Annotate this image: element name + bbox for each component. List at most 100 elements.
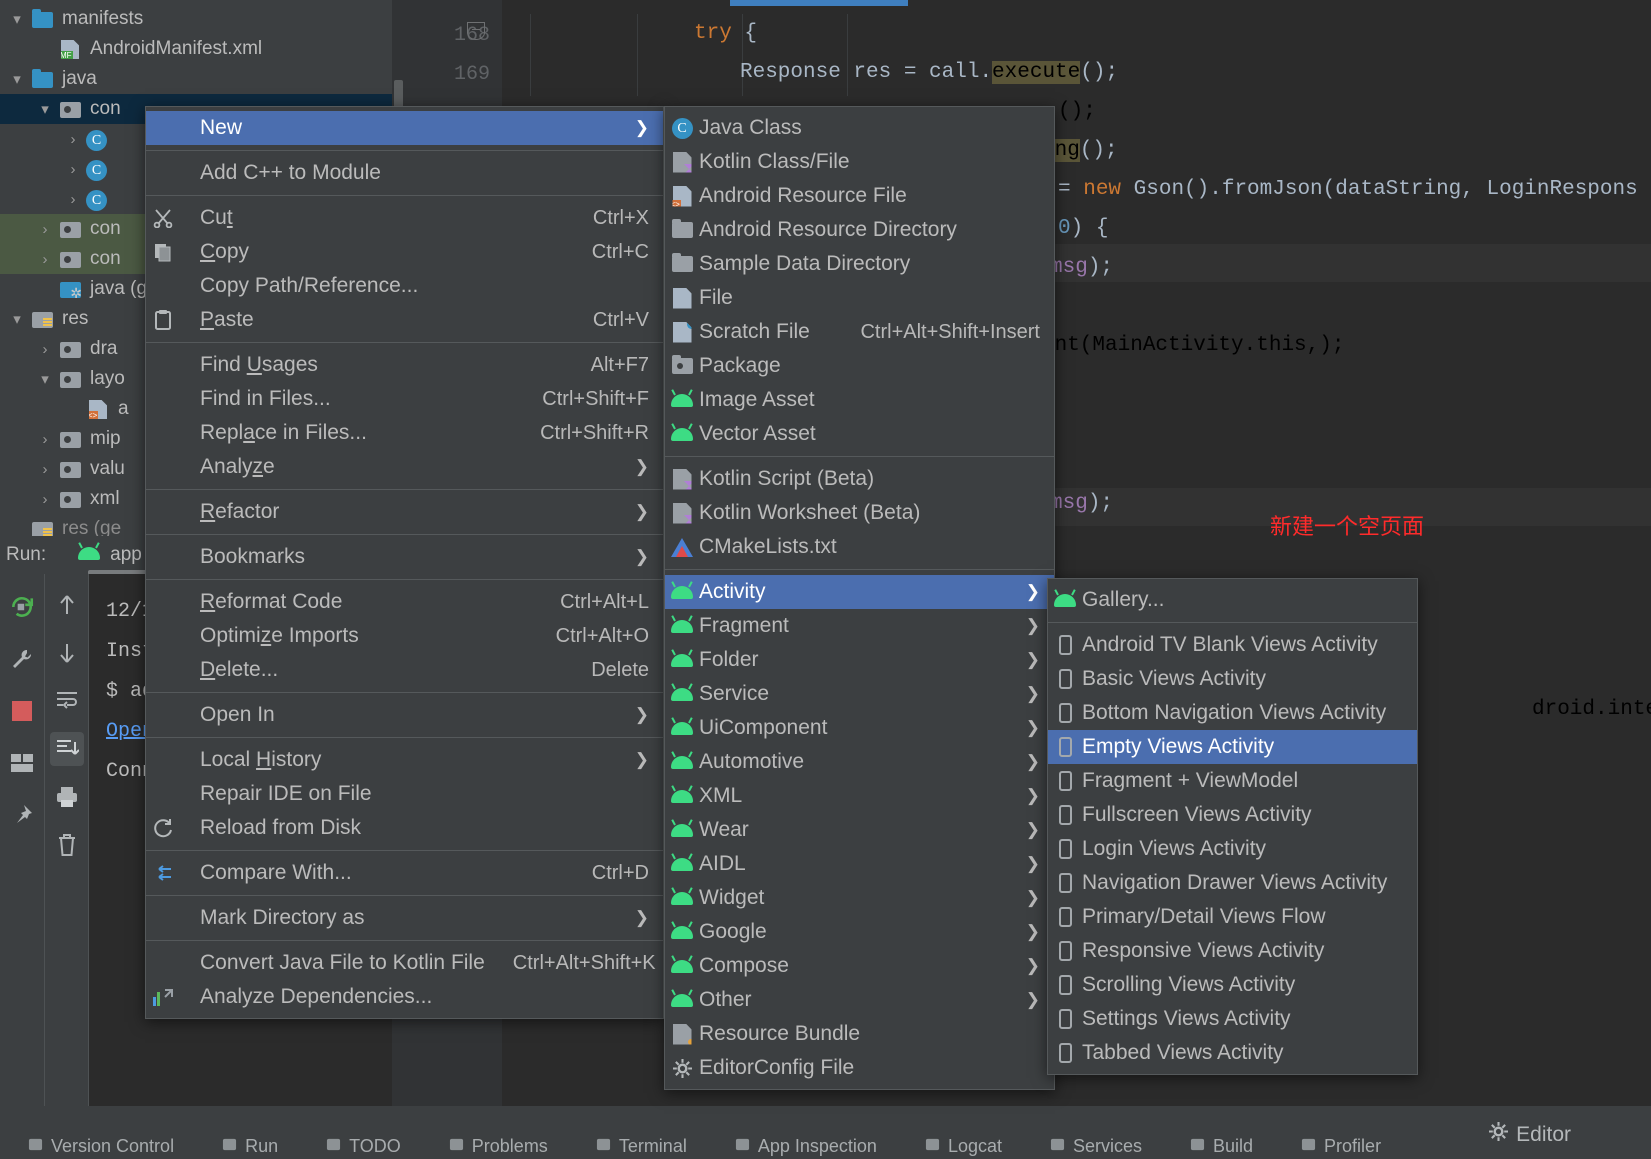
menu-item-xml[interactable]: XML ❯ <box>665 779 1054 813</box>
menu-item-google[interactable]: Google ❯ <box>665 915 1054 949</box>
bottom-tab-version-control[interactable]: Version Control <box>28 1136 174 1157</box>
menu-item-tabbed-views-activity[interactable]: Tabbed Views Activity <box>1048 1036 1417 1070</box>
menu-item-kotlin-class-file[interactable]: Kotlin Class/File <box>665 145 1054 179</box>
menu-item-new[interactable]: New ❯ <box>146 111 663 145</box>
menu-item-convert-java-file-to-kotlin-file[interactable]: Convert Java File to Kotlin File Ctrl+Alt… <box>146 946 663 980</box>
chevron-down-icon[interactable]: ▾ <box>4 310 30 328</box>
chevron-down-icon[interactable]: ▾ <box>4 70 30 88</box>
menu-item-gallery[interactable]: Gallery... <box>1048 583 1417 617</box>
menu-item-compare-with[interactable]: Compare With... Ctrl+D <box>146 856 663 890</box>
bottom-tab-problems[interactable]: Problems <box>449 1136 548 1157</box>
menu-item-open-in[interactable]: Open In ❯ <box>146 698 663 732</box>
menu-item-empty-views-activity[interactable]: Empty Views Activity <box>1048 730 1417 764</box>
menu-item-refactor[interactable]: Refactor ❯ <box>146 495 663 529</box>
bottom-tab-run[interactable]: Run <box>222 1136 278 1157</box>
menu-item-scrolling-views-activity[interactable]: Scrolling Views Activity <box>1048 968 1417 1002</box>
bottom-tab-build[interactable]: Build <box>1190 1136 1253 1157</box>
menu-item-kotlin-script-beta[interactable]: Kotlin Script (Beta) <box>665 462 1054 496</box>
menu-item-optimize-imports[interactable]: Optimize Imports Ctrl+Alt+O <box>146 619 663 653</box>
menu-item-android-resource-file[interactable]: Android Resource File <box>665 179 1054 213</box>
scroll-to-end-icon[interactable] <box>49 732 84 766</box>
menu-item-activity[interactable]: Activity ❯ <box>665 575 1054 609</box>
menu-item-delete[interactable]: Delete... Delete <box>146 653 663 687</box>
chevron-right-icon[interactable]: › <box>60 131 86 148</box>
bottom-tab-terminal[interactable]: Terminal <box>596 1136 687 1157</box>
soft-wrap-icon[interactable] <box>50 684 84 718</box>
menu-item-add-c-to-module[interactable]: Add C++ to Module <box>146 156 663 190</box>
bottom-tab-profiler[interactable]: Profiler <box>1301 1136 1381 1157</box>
menu-item-navigation-drawer-views-activity[interactable]: Navigation Drawer Views Activity <box>1048 866 1417 900</box>
menu-item-cmakelists-txt[interactable]: CMakeLists.txt <box>665 530 1054 564</box>
bottom-tab-todo[interactable]: TODO <box>326 1136 401 1157</box>
bottom-tab-services[interactable]: Services <box>1050 1136 1142 1157</box>
menu-item-scratch-file[interactable]: Scratch File Ctrl+Alt+Shift+Insert <box>665 315 1054 349</box>
menu-item-folder[interactable]: Folder ❯ <box>665 643 1054 677</box>
trash-icon[interactable] <box>50 828 84 862</box>
run-toolbar-secondary[interactable] <box>44 574 88 1106</box>
menu-item-reload-from-disk[interactable]: Reload from Disk <box>146 811 663 845</box>
menu-item-analyze-dependencies[interactable]: Analyze Dependencies... <box>146 980 663 1014</box>
chevron-right-icon[interactable]: › <box>32 221 58 238</box>
chevron-down-icon[interactable]: ▾ <box>4 10 30 28</box>
chevron-right-icon[interactable]: › <box>32 251 58 268</box>
bottom-tab-app-inspection[interactable]: App Inspection <box>735 1136 877 1157</box>
bottom-tab-logcat[interactable]: Logcat <box>925 1136 1002 1157</box>
menu-item-find-usages[interactable]: Find Usages Alt+F7 <box>146 348 663 382</box>
menu-item-basic-views-activity[interactable]: Basic Views Activity <box>1048 662 1417 696</box>
menu-item-replace-in-files[interactable]: Replace in Files... Ctrl+Shift+R <box>146 416 663 450</box>
menu-item-android-resource-directory[interactable]: Android Resource Directory <box>665 213 1054 247</box>
menu-item-mark-directory-as[interactable]: Mark Directory as ❯ <box>146 901 663 935</box>
menu-item-vector-asset[interactable]: Vector Asset <box>665 417 1054 451</box>
wrench-icon[interactable] <box>5 642 39 676</box>
menu-item-fragment[interactable]: Fragment ❯ <box>665 609 1054 643</box>
editor-settings[interactable]: Editor <box>1489 1122 1571 1147</box>
menu-item-copy-path-reference[interactable]: Copy Path/Reference... <box>146 269 663 303</box>
stop-icon[interactable] <box>5 694 39 728</box>
menu-item-automotive[interactable]: Automotive ❯ <box>665 745 1054 779</box>
menu-item-bottom-navigation-views-activity[interactable]: Bottom Navigation Views Activity <box>1048 696 1417 730</box>
tree-node[interactable]: ▾ manifests <box>0 4 392 34</box>
menu-item-uicomponent[interactable]: UiComponent ❯ <box>665 711 1054 745</box>
menu-item-fragment-viewmodel[interactable]: Fragment + ViewModel <box>1048 764 1417 798</box>
chevron-right-icon[interactable]: › <box>32 341 58 358</box>
menu-item-kotlin-worksheet-beta[interactable]: Kotlin Worksheet (Beta) <box>665 496 1054 530</box>
run-config-name[interactable]: app <box>110 544 142 566</box>
pin-icon[interactable] <box>5 798 39 832</box>
menu-item-find-in-files[interactable]: Find in Files... Ctrl+Shift+F <box>146 382 663 416</box>
menu-item-cut[interactable]: Cut Ctrl+X <box>146 201 663 235</box>
down-arrow-icon[interactable] <box>50 636 84 670</box>
menu-item-service[interactable]: Service ❯ <box>665 677 1054 711</box>
menu-item-editorconfig-file[interactable]: EditorConfig File <box>665 1051 1054 1085</box>
menu-item-package[interactable]: Package <box>665 349 1054 383</box>
file-context-menu[interactable]: New ❯ Add C++ to Module Cut Ctrl+X Copy Ctrl+C… <box>145 106 664 1019</box>
menu-item-copy[interactable]: Copy Ctrl+C <box>146 235 663 269</box>
menu-item-primary-detail-views-flow[interactable]: Primary/Detail Views Flow <box>1048 900 1417 934</box>
activity-submenu[interactable]: Gallery... Android TV Blank Views Activit… <box>1047 578 1418 1075</box>
menu-item-file[interactable]: File <box>665 281 1054 315</box>
chevron-right-icon[interactable]: › <box>60 161 86 178</box>
chevron-down-icon[interactable]: ▾ <box>32 100 58 118</box>
chevron-right-icon[interactable]: › <box>32 491 58 508</box>
menu-item-java-class[interactable]: C Java Class <box>665 111 1054 145</box>
menu-item-repair-ide-on-file[interactable]: Repair IDE on File <box>146 777 663 811</box>
menu-item-image-asset[interactable]: Image Asset <box>665 383 1054 417</box>
menu-item-bookmarks[interactable]: Bookmarks ❯ <box>146 540 663 574</box>
menu-item-local-history[interactable]: Local History ❯ <box>146 743 663 777</box>
menu-item-sample-data-directory[interactable]: Sample Data Directory <box>665 247 1054 281</box>
print-icon[interactable] <box>50 780 84 814</box>
menu-item-android-tv-blank-views-activity[interactable]: Android TV Blank Views Activity <box>1048 628 1417 662</box>
chevron-right-icon[interactable]: › <box>32 461 58 478</box>
menu-item-resource-bundle[interactable]: Resource Bundle <box>665 1017 1054 1051</box>
menu-item-paste[interactable]: Paste Ctrl+V <box>146 303 663 337</box>
menu-item-fullscreen-views-activity[interactable]: Fullscreen Views Activity <box>1048 798 1417 832</box>
code-fold-marker[interactable] <box>467 22 485 40</box>
menu-item-widget[interactable]: Widget ❯ <box>665 881 1054 915</box>
rerun-icon[interactable] <box>5 590 39 624</box>
chevron-right-icon[interactable]: › <box>60 191 86 208</box>
tree-node[interactable]: ›AndroidManifest.xml <box>0 34 392 64</box>
up-arrow-icon[interactable] <box>50 588 84 622</box>
menu-item-reformat-code[interactable]: Reformat Code Ctrl+Alt+L <box>146 585 663 619</box>
menu-item-other[interactable]: Other ❯ <box>665 983 1054 1017</box>
chevron-down-icon[interactable]: ▾ <box>32 370 58 388</box>
layout-icon[interactable] <box>5 746 39 780</box>
